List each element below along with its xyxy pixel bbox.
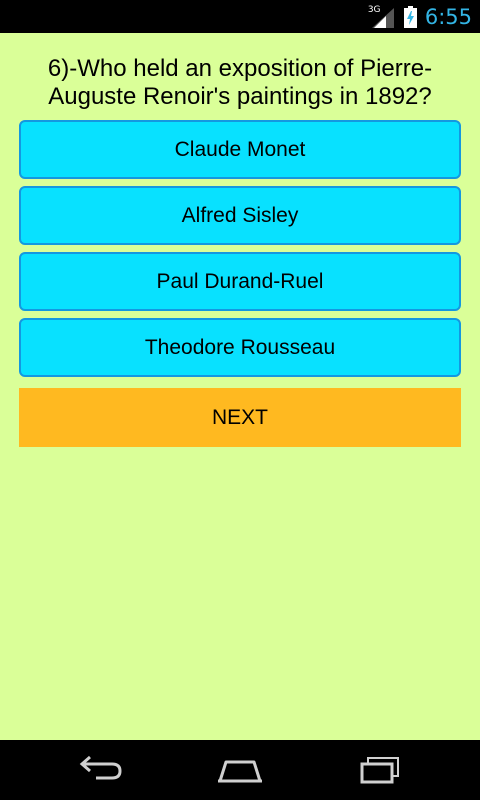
answer-label: Theodore Rousseau [144, 335, 336, 359]
next-button[interactable]: NEXT [19, 388, 461, 447]
answer-button-3[interactable]: Paul Durand-Ruel [19, 252, 461, 311]
answer-label: Claude Monet [174, 137, 306, 161]
signal-icon [371, 7, 394, 28]
recent-apps-icon[interactable] [356, 754, 404, 784]
question-text: 6)-Who held an exposition of Pierre-Augu… [47, 55, 433, 110]
home-icon[interactable] [216, 754, 264, 784]
next-label: NEXT [211, 405, 268, 429]
app-screen: 3G 6:55 6)-Who held an exposition of Pie… [0, 0, 480, 800]
signal-indicator: 3G [368, 5, 394, 28]
answer-button-2[interactable]: Alfred Sisley [19, 186, 461, 245]
status-clock: 6:55 [424, 4, 472, 29]
back-icon[interactable] [76, 754, 124, 784]
answer-button-1[interactable]: Claude Monet [19, 120, 461, 179]
answer-label: Alfred Sisley [181, 203, 299, 227]
answer-label: Paul Durand-Ruel [156, 269, 324, 293]
navigation-bar [0, 740, 480, 800]
quiz-content: 6)-Who held an exposition of Pierre-Augu… [0, 33, 480, 740]
answer-button-4[interactable]: Theodore Rousseau [19, 318, 461, 377]
status-bar: 3G 6:55 [0, 0, 480, 33]
battery-icon [403, 5, 417, 28]
